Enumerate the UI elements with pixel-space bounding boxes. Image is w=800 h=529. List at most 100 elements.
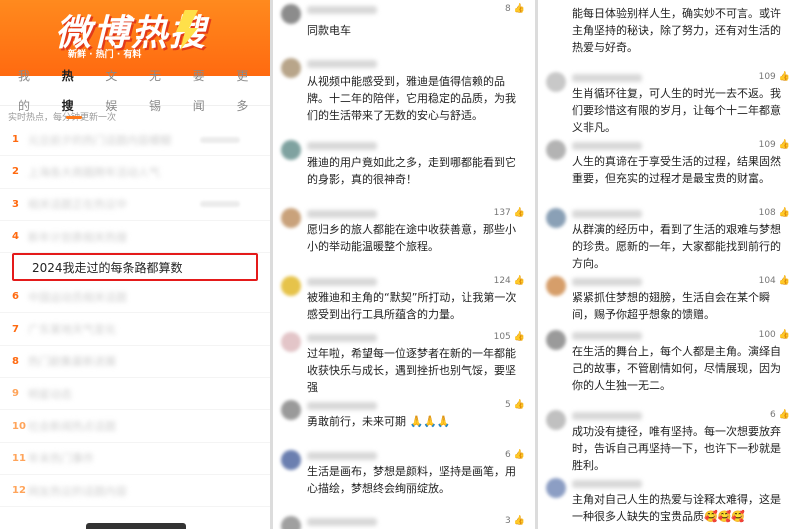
like-count[interactable]: 8 👍 [505, 4, 525, 14]
tab-mine[interactable]: 我的 [18, 61, 42, 121]
thumbs-up-icon: 👍 [513, 332, 525, 342]
thumbs-up-icon: 👍 [778, 410, 790, 420]
like-number: 104 [758, 276, 776, 286]
avatar[interactable] [281, 208, 301, 228]
hot-search-item[interactable]: 6 中国运动员相关话题 [0, 281, 270, 314]
rank-number: 7 [12, 323, 19, 335]
avatar[interactable] [546, 72, 566, 92]
like-count[interactable]: 109 👍 [759, 140, 790, 150]
like-number: 109 [758, 72, 776, 82]
avatar[interactable] [546, 140, 566, 160]
avatar[interactable] [546, 478, 566, 498]
like-count[interactable]: 5 👍 [505, 400, 525, 410]
username-blurred[interactable] [307, 142, 377, 150]
like-number: 109 [758, 140, 776, 150]
hot-search-item[interactable]: 10 社会新闻热点话题 [0, 410, 270, 443]
username-blurred[interactable] [307, 402, 377, 410]
thumbs-up-icon: 👍 [778, 330, 790, 340]
comment-text: 过年啦，希望每一位逐梦者在新的一年都能收获快乐与成长，遇到挫折也别气馁，要坚强 [307, 347, 516, 394]
comment-text: 被雅迪和主角的“默契”所打动，让我第一次感受到出行工具所蕴含的力量。 [307, 291, 517, 321]
like-count[interactable]: 124 👍 [494, 276, 525, 286]
hot-search-title: 广东某地天气变化 [28, 323, 116, 337]
hot-search-item-highlighted[interactable]: 2024我走过的每条路都算数 [12, 253, 258, 282]
avatar[interactable] [281, 400, 301, 420]
hot-search-item[interactable]: 2 上海各大商圈跨年活动人气 [0, 156, 270, 189]
thumbs-up-icon: 👍 [513, 400, 525, 410]
thumbs-up-icon: 👍 [513, 276, 525, 286]
thumbs-up-icon: 👍 [778, 276, 790, 286]
tab-news[interactable]: 要闻 [193, 61, 217, 121]
avatar[interactable] [546, 330, 566, 350]
hot-search-item[interactable]: 12 网友热议的话题内容 [0, 475, 270, 508]
avatar[interactable] [281, 4, 301, 24]
username-blurred[interactable] [572, 74, 642, 82]
hot-search-item[interactable]: 11 年末热门事件 [0, 443, 270, 475]
like-count[interactable]: 104 👍 [759, 276, 790, 286]
like-number: 124 [493, 276, 511, 286]
like-count[interactable]: 3 👍 [505, 516, 525, 526]
username-blurred[interactable] [572, 142, 642, 150]
avatar[interactable] [546, 410, 566, 430]
avatar[interactable] [281, 516, 301, 529]
avatar[interactable] [281, 332, 301, 352]
tab-wuxi[interactable]: 无锡 [149, 61, 173, 121]
hot-search-title: 社会新闻热点话题 [28, 420, 116, 434]
avatar[interactable] [281, 276, 301, 296]
username-blurred[interactable] [307, 334, 377, 342]
avatar[interactable] [546, 208, 566, 228]
like-count[interactable]: 105 👍 [494, 332, 525, 342]
comment-text: 雅迪的用户竟如此之多，走到哪都能看到它的身影，真的很神奇！ [307, 156, 516, 186]
hot-badge [200, 136, 240, 143]
thumbs-up-icon: 👍 [513, 516, 525, 526]
comments-panel-right: 能每日体验别样人生，确实妙不可言。或许主角坚持的秘诀，除了努力，还有对生活的热爱… [538, 0, 800, 529]
like-number: 105 [493, 332, 511, 342]
username-blurred[interactable] [307, 6, 377, 14]
username-blurred[interactable] [572, 210, 642, 218]
username-blurred[interactable] [572, 332, 642, 340]
username-blurred[interactable] [307, 518, 377, 526]
thumbs-up-icon: 👍 [513, 4, 525, 14]
category-tabs: 我的 热搜 文娱 无锡 要闻 更多 [0, 69, 270, 119]
tab-hot-search[interactable]: 热搜 [62, 61, 86, 121]
hot-search-title: 新年计划表相关热搜 [28, 230, 127, 244]
like-count[interactable]: 109 👍 [759, 72, 790, 82]
hot-search-item[interactable]: 4 新年计划表相关热搜 [0, 221, 270, 254]
hot-badge [200, 201, 240, 208]
like-count[interactable]: 108 👍 [759, 208, 790, 218]
username-blurred[interactable] [307, 452, 377, 460]
like-count[interactable]: 6 👍 [505, 450, 525, 460]
like-count[interactable]: 6 👍 [770, 410, 790, 420]
username-blurred[interactable] [307, 210, 377, 218]
username-blurred[interactable] [572, 278, 642, 286]
username-blurred[interactable] [572, 480, 642, 488]
like-number: 6 [505, 450, 511, 460]
like-count[interactable]: 100 👍 [759, 330, 790, 340]
avatar[interactable] [281, 140, 301, 160]
tab-more[interactable]: 更多 [236, 61, 260, 121]
hot-search-item[interactable]: 7 广东某地天气变化 [0, 313, 270, 346]
hot-search-item[interactable]: 1 元旦前夕的热门话题内容模糊 [0, 124, 270, 157]
thumbs-up-icon: 👍 [778, 208, 790, 218]
thumbs-up-icon: 👍 [778, 72, 790, 82]
avatar[interactable] [281, 450, 301, 470]
comment-text: 生活是画布，梦想是颜料，坚持是画笔，用心描绘，梦想终会绚丽绽放。 [307, 465, 516, 495]
avatar[interactable] [546, 276, 566, 296]
like-number: 100 [758, 330, 776, 340]
hot-search-item[interactable]: 3 相关话题正在热议中 [0, 189, 270, 221]
like-number: 3 [505, 516, 511, 526]
like-count[interactable]: 137 👍 [494, 208, 525, 218]
avatar[interactable] [281, 58, 301, 78]
like-number: 108 [758, 208, 776, 218]
comment-text: 在生活的舞台上，每个人都是主角。演绎自己的故事，不管剧情如何，尽情展现，因为你的… [572, 345, 781, 392]
hot-search-panel: 微博热搜 新鲜 · 热门 · 有料 我的 热搜 文娱 无锡 要闻 更多 实时热点… [0, 0, 270, 529]
hot-search-item[interactable]: 8 热门剧集最新进展 [0, 346, 270, 379]
comment-text: 勇敢前行，未来可期 🙏🙏🙏 [307, 415, 451, 428]
username-blurred[interactable] [307, 278, 377, 286]
hot-search-title: 网友热议的话题内容 [28, 484, 127, 498]
username-blurred[interactable] [572, 412, 642, 420]
hot-search-title: 年末热门事件 [28, 452, 94, 466]
username-blurred[interactable] [307, 60, 377, 68]
hot-search-item[interactable]: 9 明星动态 [0, 378, 270, 411]
tab-entertainment[interactable]: 文娱 [105, 61, 129, 121]
thumbs-up-icon: 👍 [778, 140, 790, 150]
